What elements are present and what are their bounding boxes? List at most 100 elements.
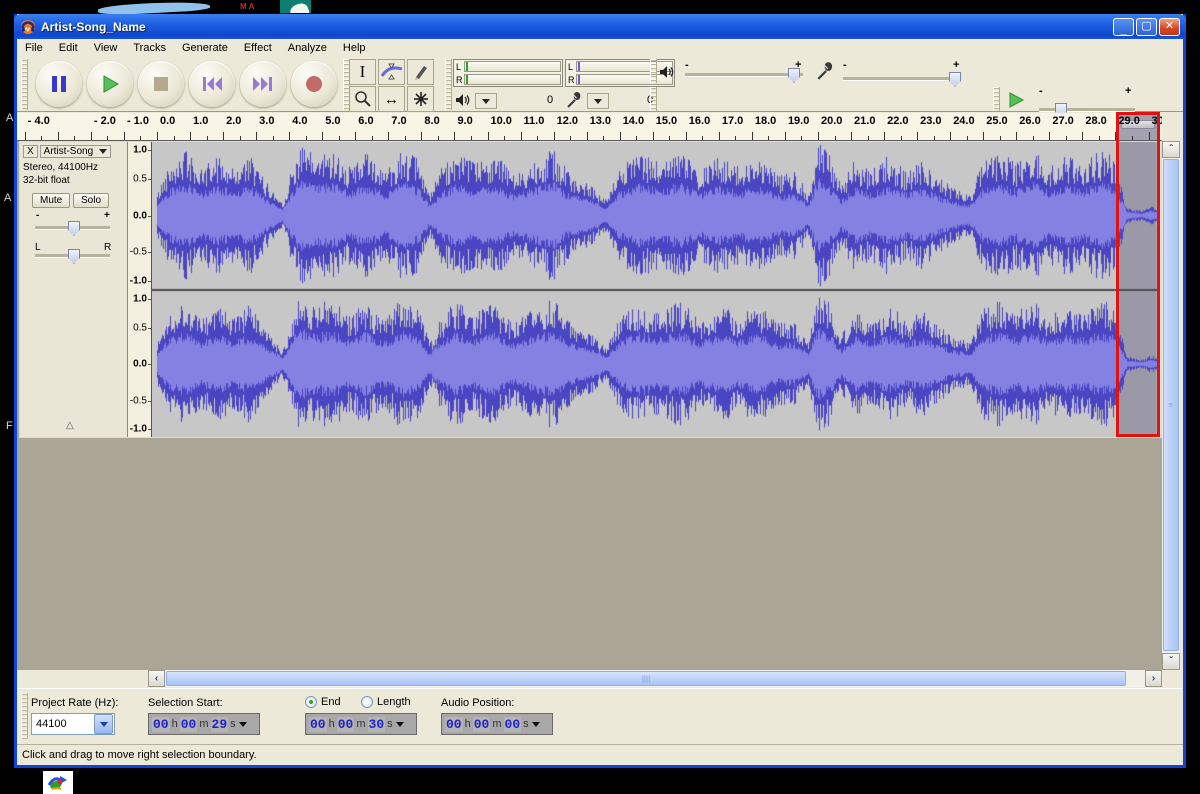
time-shift-tool-button[interactable]: ↔: [378, 86, 405, 112]
stop-icon: [151, 74, 171, 94]
transcription-toolbar-grabber[interactable]: [993, 87, 1000, 111]
minimize-button[interactable]: _: [1113, 18, 1134, 36]
scroll-down-button[interactable]: ˇ: [1162, 653, 1180, 670]
time-digits[interactable]: 30: [368, 717, 386, 732]
ruler-tick: [322, 132, 323, 140]
transport-toolbar-grabber[interactable]: [21, 59, 28, 110]
ruler-label: 10.0: [491, 115, 512, 127]
project-rate-dropdown-button[interactable]: [94, 714, 113, 734]
track-title-menu[interactable]: Artist-Song: [40, 145, 111, 158]
scale-tick: [148, 364, 151, 365]
ruler-label: 8.0: [424, 115, 439, 127]
menu-help[interactable]: Help: [335, 40, 374, 56]
desktop-shortcut-icon[interactable]: [43, 771, 73, 794]
track-format-line2: 32-bit float: [23, 175, 70, 186]
playback-meter-dropdown[interactable]: [475, 93, 497, 109]
pan-slider[interactable]: [35, 254, 110, 258]
draw-tool-button[interactable]: [407, 59, 434, 85]
selection-toolbar-grabber[interactable]: [21, 693, 28, 739]
time-field-dropdown-icon[interactable]: [239, 722, 247, 727]
timeline-ruler[interactable]: - 4.0- 2.0- 1.00.01.02.03.04.05.06.07.08…: [17, 113, 1162, 141]
ruler-label: 6.0: [358, 115, 373, 127]
ruler-tick: [570, 136, 571, 140]
zoom-tool-button[interactable]: [349, 86, 376, 112]
time-field-dropdown-icon[interactable]: [532, 722, 540, 727]
scale-value: 0.0: [133, 210, 147, 221]
mute-button[interactable]: Mute: [32, 193, 70, 208]
playback-meter[interactable]: L R: [453, 59, 563, 87]
menu-effect[interactable]: Effect: [236, 40, 280, 56]
gain-slider[interactable]: [35, 226, 110, 230]
horizontal-scrollbar[interactable]: ‹ |||| ›: [148, 670, 1162, 687]
pan-right-label: R: [104, 242, 111, 253]
menu-file[interactable]: File: [17, 40, 51, 56]
scale-value: -1.0: [130, 424, 147, 435]
ruler-tick: [25, 132, 26, 140]
scroll-left-button[interactable]: ‹: [148, 670, 165, 687]
ruler-tick: [339, 136, 340, 140]
menu-view[interactable]: View: [86, 40, 126, 56]
record-button[interactable]: [291, 61, 337, 107]
multi-tool-button[interactable]: [407, 86, 434, 112]
time-digits[interactable]: 00: [504, 717, 522, 732]
audacity-logo-icon: [20, 19, 36, 35]
skip-to-end-button[interactable]: [240, 61, 286, 107]
vertical-scrollbar[interactable]: ˆ ≡ ˇ: [1162, 141, 1180, 670]
project-rate-combobox[interactable]: 44100: [31, 713, 115, 735]
maximize-button[interactable]: ▢: [1136, 18, 1157, 36]
scroll-up-button[interactable]: ˆ: [1162, 141, 1180, 158]
skip-to-start-button[interactable]: [189, 61, 235, 107]
close-button[interactable]: ✕: [1159, 18, 1180, 36]
solo-button[interactable]: Solo: [73, 193, 109, 208]
selection-tool-button[interactable]: I: [349, 59, 376, 85]
ruler-tick: [273, 136, 274, 140]
ruler-tick: [140, 136, 141, 140]
selection-end-field[interactable]: 00h00m30s: [305, 713, 417, 735]
ruler-tick: [1099, 136, 1100, 140]
track-close-button[interactable]: X: [23, 145, 38, 158]
meter-toolbar-grabber[interactable]: [445, 59, 452, 110]
length-radio[interactable]: Length: [361, 696, 411, 708]
ruler-tick: [801, 136, 802, 140]
stereo-waveform[interactable]: [152, 142, 1160, 437]
menu-edit[interactable]: Edit: [51, 40, 86, 56]
time-digits[interactable]: 00: [309, 717, 327, 732]
time-digits[interactable]: 29: [211, 717, 229, 732]
audio-position-field[interactable]: 00h00m00s: [441, 713, 553, 735]
ruler-tick: [752, 132, 753, 140]
record-icon: [304, 74, 324, 94]
stop-button[interactable]: [138, 61, 184, 107]
play-button[interactable]: [87, 61, 133, 107]
menu-tracks[interactable]: Tracks: [125, 40, 174, 56]
vertical-scrollbar-thumb[interactable]: ≡: [1163, 159, 1179, 651]
mixer-toolbar-grabber[interactable]: [650, 59, 657, 83]
selection-start-label: Selection Start:: [148, 697, 223, 709]
recording-meter-dropdown[interactable]: [587, 93, 609, 109]
time-digits[interactable]: 00: [180, 717, 198, 732]
track-collapse-triangle[interactable]: △: [66, 420, 74, 431]
time-digits[interactable]: 00: [337, 717, 355, 732]
skip-to-end-icon: [252, 75, 274, 93]
scroll-right-button[interactable]: ›: [1145, 670, 1162, 687]
horizontal-scrollbar-thumb[interactable]: ||||: [166, 671, 1126, 686]
time-field-dropdown-icon[interactable]: [396, 722, 404, 727]
ruler-tick: [1033, 136, 1034, 140]
input-volume-slider[interactable]: [843, 77, 961, 81]
playback-speed-plus-label: +: [1125, 85, 1131, 97]
envelope-tool-button[interactable]: [378, 59, 405, 85]
vertical-scale-ruler[interactable]: 1.00.50.0-0.5-1.01.00.50.0-0.5-1.0: [128, 142, 152, 437]
output-volume-slider[interactable]: [685, 73, 803, 77]
ruler-tick: [884, 132, 885, 140]
time-digits[interactable]: 00: [152, 717, 170, 732]
selection-start-field[interactable]: 00h00m29s: [148, 713, 260, 735]
edit-toolbar-grabber[interactable]: [650, 87, 657, 111]
ruler-tick: [521, 132, 522, 140]
time-digits[interactable]: 00: [473, 717, 491, 732]
time-digits[interactable]: 00: [445, 717, 463, 732]
title-bar[interactable]: Artist-Song_Name _ ▢ ✕: [14, 14, 1186, 39]
pause-button[interactable]: [36, 61, 82, 107]
play-at-speed-button[interactable]: [1001, 87, 1031, 112]
menu-analyze[interactable]: Analyze: [280, 40, 335, 56]
menu-generate[interactable]: Generate: [174, 40, 236, 56]
end-radio[interactable]: End: [305, 696, 341, 708]
